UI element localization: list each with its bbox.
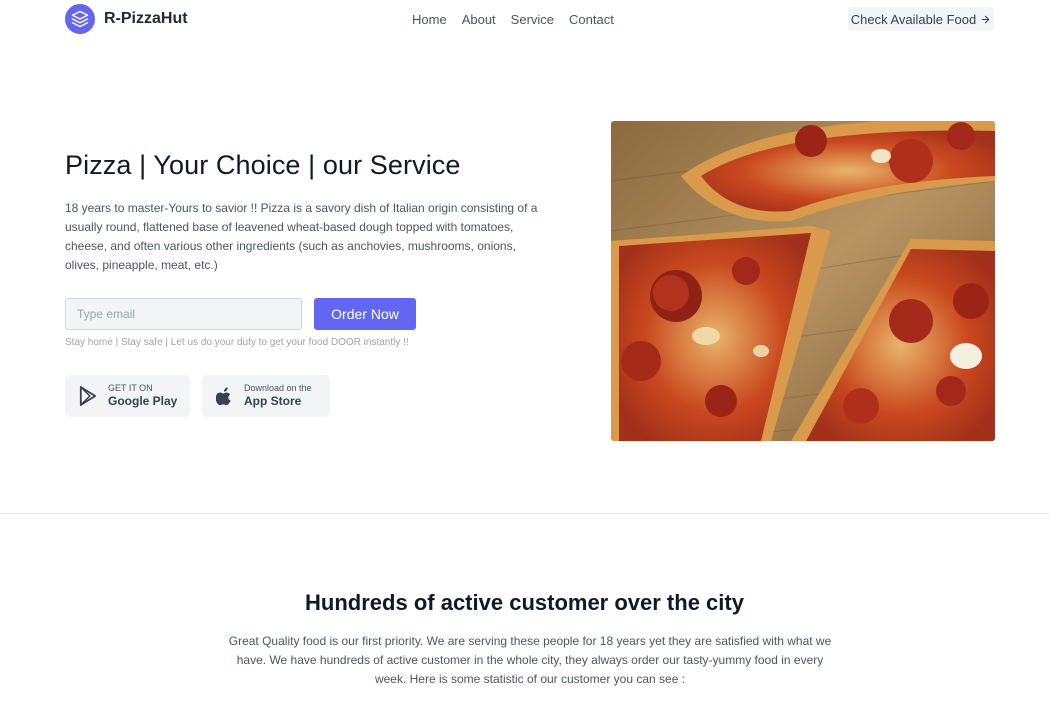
layers-icon	[65, 4, 95, 34]
app-store-big-label: App Store	[244, 394, 302, 408]
stats-title: Hundreds of active customer over the cit…	[305, 590, 744, 615]
hero-tagline: Stay home | Stay safe | Let us do your d…	[65, 337, 409, 348]
brand[interactable]: R-PizzaHut	[65, 4, 188, 34]
app-store-button[interactable]: Download on the App Store	[202, 375, 330, 417]
brand-name: R-PizzaHut	[104, 10, 188, 27]
arrow-right-icon	[981, 15, 990, 23]
hero-title: Pizza | Your Choice | our Service	[65, 150, 461, 180]
section-divider	[0, 513, 1049, 514]
nav-link-home[interactable]: Home	[412, 12, 447, 27]
top-nav: R-PizzaHut Home About Service Contact Ch…	[0, 0, 1049, 40]
google-play-small-label: GET IT ON	[108, 383, 153, 393]
nav-link-service[interactable]: Service	[511, 12, 554, 27]
nav-link-contact[interactable]: Contact	[569, 12, 614, 27]
nav-links: Home About Service Contact	[412, 12, 614, 27]
app-store-small-label: Download on the	[244, 383, 312, 393]
google-play-icon	[79, 386, 97, 406]
order-now-button[interactable]: Order Now	[314, 298, 416, 330]
email-input[interactable]	[65, 298, 302, 330]
google-play-button[interactable]: GET IT ON Google Play	[65, 375, 190, 417]
pizza-image	[611, 121, 995, 441]
google-play-big-label: Google Play	[108, 394, 178, 408]
check-available-food-label: Check Available Food	[850, 11, 977, 27]
stats-description: Great Quality food is our first priority…	[228, 634, 832, 686]
apple-icon	[216, 387, 231, 406]
app-store-text: Download on the App Store	[244, 383, 312, 409]
nav-link-about[interactable]: About	[462, 12, 496, 27]
check-available-food-button[interactable]: Check Available Food	[848, 7, 994, 31]
google-play-text: GET IT ON Google Play	[108, 383, 177, 409]
hero-description: 18 years to master-Yours to savior !! Pi…	[65, 201, 538, 272]
